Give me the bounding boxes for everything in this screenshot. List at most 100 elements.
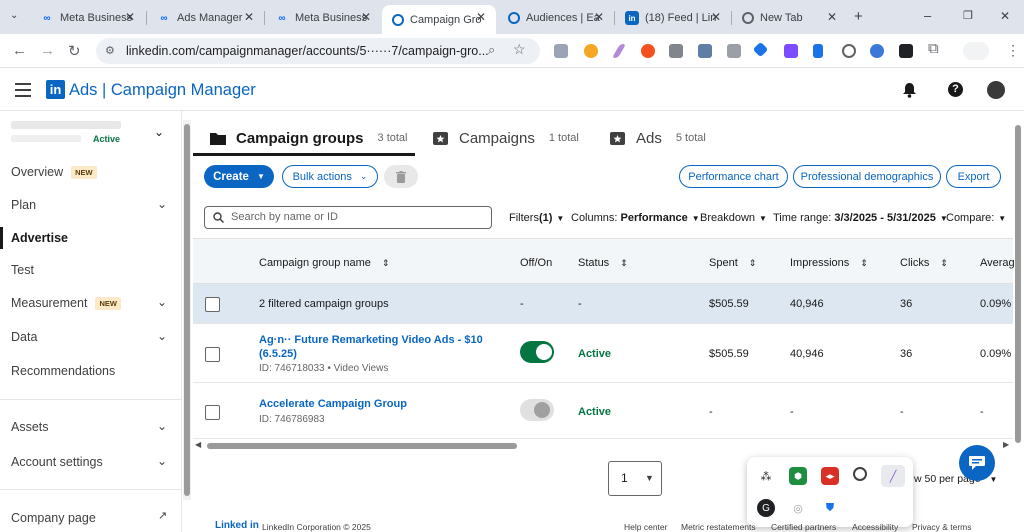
column-header-spent[interactable]: Spent ⇕ (709, 257, 756, 269)
sidebar-item-plan[interactable]: Plan (11, 198, 171, 212)
sidebar-item-advertise[interactable]: Advertise (11, 231, 68, 245)
on-off-toggle[interactable] (520, 399, 554, 421)
content-scrollbar[interactable] (1014, 125, 1022, 445)
sidebar-item-assets[interactable]: Assets (11, 420, 49, 434)
close-icon[interactable]: ✕ (244, 10, 254, 24)
sidebar-item-overview[interactable]: Overview NEW (11, 165, 97, 179)
column-header-average[interactable]: Averag (980, 257, 1015, 269)
table-horizontal-scrollbar[interactable]: ◀ ▶ (195, 440, 1013, 451)
back-icon[interactable]: ← (12, 42, 27, 59)
extensions-puzzle-icon[interactable]: ⧉ (928, 40, 939, 57)
extension-code-icon[interactable] (554, 44, 568, 58)
browser-tab[interactable]: ∞ Meta Business ✕ (265, 5, 381, 31)
tab-ads[interactable]: Ads 5 total (610, 122, 706, 154)
campaign-group-link-cont[interactable]: (6.5.25) (259, 348, 297, 360)
extension-badge-icon[interactable] (813, 44, 823, 58)
chevron-down-icon[interactable]: ⌄ (157, 454, 167, 468)
sidebar-item-recommendations[interactable]: Recommendations (11, 364, 115, 378)
browser-tab[interactable]: New Tab ✕ (732, 5, 847, 31)
scrollbar-thumb[interactable] (1015, 125, 1021, 443)
extension-image-icon[interactable] (727, 44, 741, 58)
bulk-actions-button[interactable]: Bulk actions ⌄ (282, 165, 378, 188)
select-all-checkbox[interactable] (205, 297, 220, 312)
url-input[interactable]: ⚙ linkedin.com/campaignmanager/accounts/… (96, 38, 540, 64)
sort-icon[interactable]: ⇕ (382, 258, 390, 268)
messaging-button[interactable] (959, 445, 995, 481)
user-avatar[interactable] (987, 81, 1005, 99)
chevron-down-icon[interactable]: ⌄ (157, 419, 167, 433)
scroll-right-icon[interactable]: ▶ (1003, 440, 1009, 449)
on-off-toggle[interactable] (520, 341, 554, 363)
help-icon[interactable]: ? (948, 82, 963, 97)
time-range-dropdown[interactable]: Time range: 3/3/2025 - 5/31/2025 ▼ (773, 212, 948, 224)
row-checkbox[interactable] (205, 405, 220, 420)
minimize-button[interactable]: – (924, 8, 931, 23)
browser-menu-icon[interactable]: ⋮ (1006, 42, 1020, 59)
external-link-icon[interactable]: ↗ (158, 509, 167, 522)
close-icon[interactable]: ✕ (476, 10, 486, 24)
browser-tab-active[interactable]: Campaign Gro ✕ (382, 5, 496, 34)
hamburger-menu-icon[interactable] (15, 83, 31, 97)
forward-icon[interactable]: → (40, 42, 55, 59)
chevron-down-icon[interactable]: ⌄ (157, 197, 167, 211)
create-button[interactable]: Create ▼ (204, 165, 274, 188)
filters-dropdown[interactable]: Filters(1) ▼ (509, 212, 564, 224)
browser-tab[interactable]: in (18) Feed | Lin ✕ (615, 5, 731, 31)
chevron-down-icon[interactable]: ⌄ (157, 295, 167, 309)
extension-camera-icon[interactable] (669, 44, 683, 58)
extension-refresh-icon[interactable] (853, 467, 867, 481)
professional-demographics-button[interactable]: Professional demographics (793, 165, 941, 188)
new-tab-button[interactable]: + (854, 8, 863, 25)
column-header-clicks[interactable]: Clicks ⇕ (900, 257, 948, 269)
notifications-bell-icon[interactable] (902, 82, 917, 98)
extension-pen-icon[interactable]: ╱ (881, 465, 905, 487)
browser-tab[interactable]: ∞ Ads Manager ✕ (147, 5, 264, 31)
footer-link-metric-restatements[interactable]: Metric restatements (681, 522, 756, 532)
column-header-status[interactable]: Status ⇕ (578, 257, 628, 269)
close-icon[interactable]: ✕ (361, 10, 371, 24)
extension-grammarly-icon[interactable]: G (757, 499, 775, 517)
scrollbar-thumb[interactable] (184, 124, 190, 496)
sidebar-item-test[interactable]: Test (11, 263, 34, 277)
compare-dropdown[interactable]: Compare: ▼ (946, 212, 1006, 224)
site-info-icon[interactable]: ⚙ (105, 38, 115, 64)
extension-face-icon[interactable] (842, 44, 856, 58)
tab-campaign-groups[interactable]: Campaign groups 3 total (210, 122, 407, 154)
campaign-group-link[interactable]: Ag·n·· Future Remarketing Video Ads - $1… (259, 334, 483, 346)
extension-hex-icon[interactable]: ⬢ (789, 467, 807, 485)
export-button[interactable]: Export (946, 165, 1001, 188)
extension-arrows-icon[interactable]: ◂▸ (821, 467, 839, 485)
footer-link-certified-partners[interactable]: Certified partners (771, 522, 836, 532)
tab-campaigns[interactable]: Campaigns 1 total (433, 122, 579, 154)
delete-button[interactable] (384, 165, 418, 188)
extension-fire-icon[interactable] (641, 44, 655, 58)
profile-avatar[interactable] (963, 42, 989, 60)
column-header-impressions[interactable]: Impressions ⇕ (790, 257, 868, 269)
window-close-button[interactable]: ✕ (1000, 9, 1010, 23)
extension-grid-icon[interactable] (698, 44, 712, 58)
extension-cluster-icon[interactable]: ⁂ (757, 467, 775, 485)
sidebar-item-data[interactable]: Data (11, 330, 37, 344)
browser-tab[interactable]: ∞ Meta Business ✕ (30, 5, 145, 31)
linkedin-logo[interactable]: in (46, 80, 65, 99)
footer-link-accessibility[interactable]: Accessibility (852, 522, 898, 532)
sort-icon[interactable]: ⇕ (620, 258, 628, 268)
performance-chart-button[interactable]: Performance chart (679, 165, 788, 188)
extension-link-icon[interactable] (899, 44, 913, 58)
close-icon[interactable]: ✕ (827, 10, 837, 24)
reload-icon[interactable]: ↻ (68, 42, 81, 60)
chevron-down-icon[interactable]: ⌄ (157, 329, 167, 343)
close-icon[interactable]: ✕ (711, 10, 721, 24)
extension-globe-icon[interactable]: ◎ (789, 499, 807, 517)
scroll-left-icon[interactable]: ◀ (195, 440, 201, 449)
zoom-search-icon[interactable]: ⌕ (488, 42, 495, 58)
campaign-group-link[interactable]: Accelerate Campaign Group (259, 398, 407, 410)
sort-icon[interactable]: ⇕ (940, 258, 948, 268)
scrollbar-thumb[interactable] (207, 443, 517, 449)
page-scrollbar[interactable] (183, 120, 191, 500)
close-icon[interactable]: ✕ (594, 10, 604, 24)
tab-search-icon[interactable]: ⌄ (10, 10, 18, 21)
column-header-name[interactable]: Campaign group name ⇕ (259, 257, 390, 269)
sort-icon[interactable]: ⇕ (860, 258, 868, 268)
extension-half-circle-icon[interactable] (584, 44, 598, 58)
